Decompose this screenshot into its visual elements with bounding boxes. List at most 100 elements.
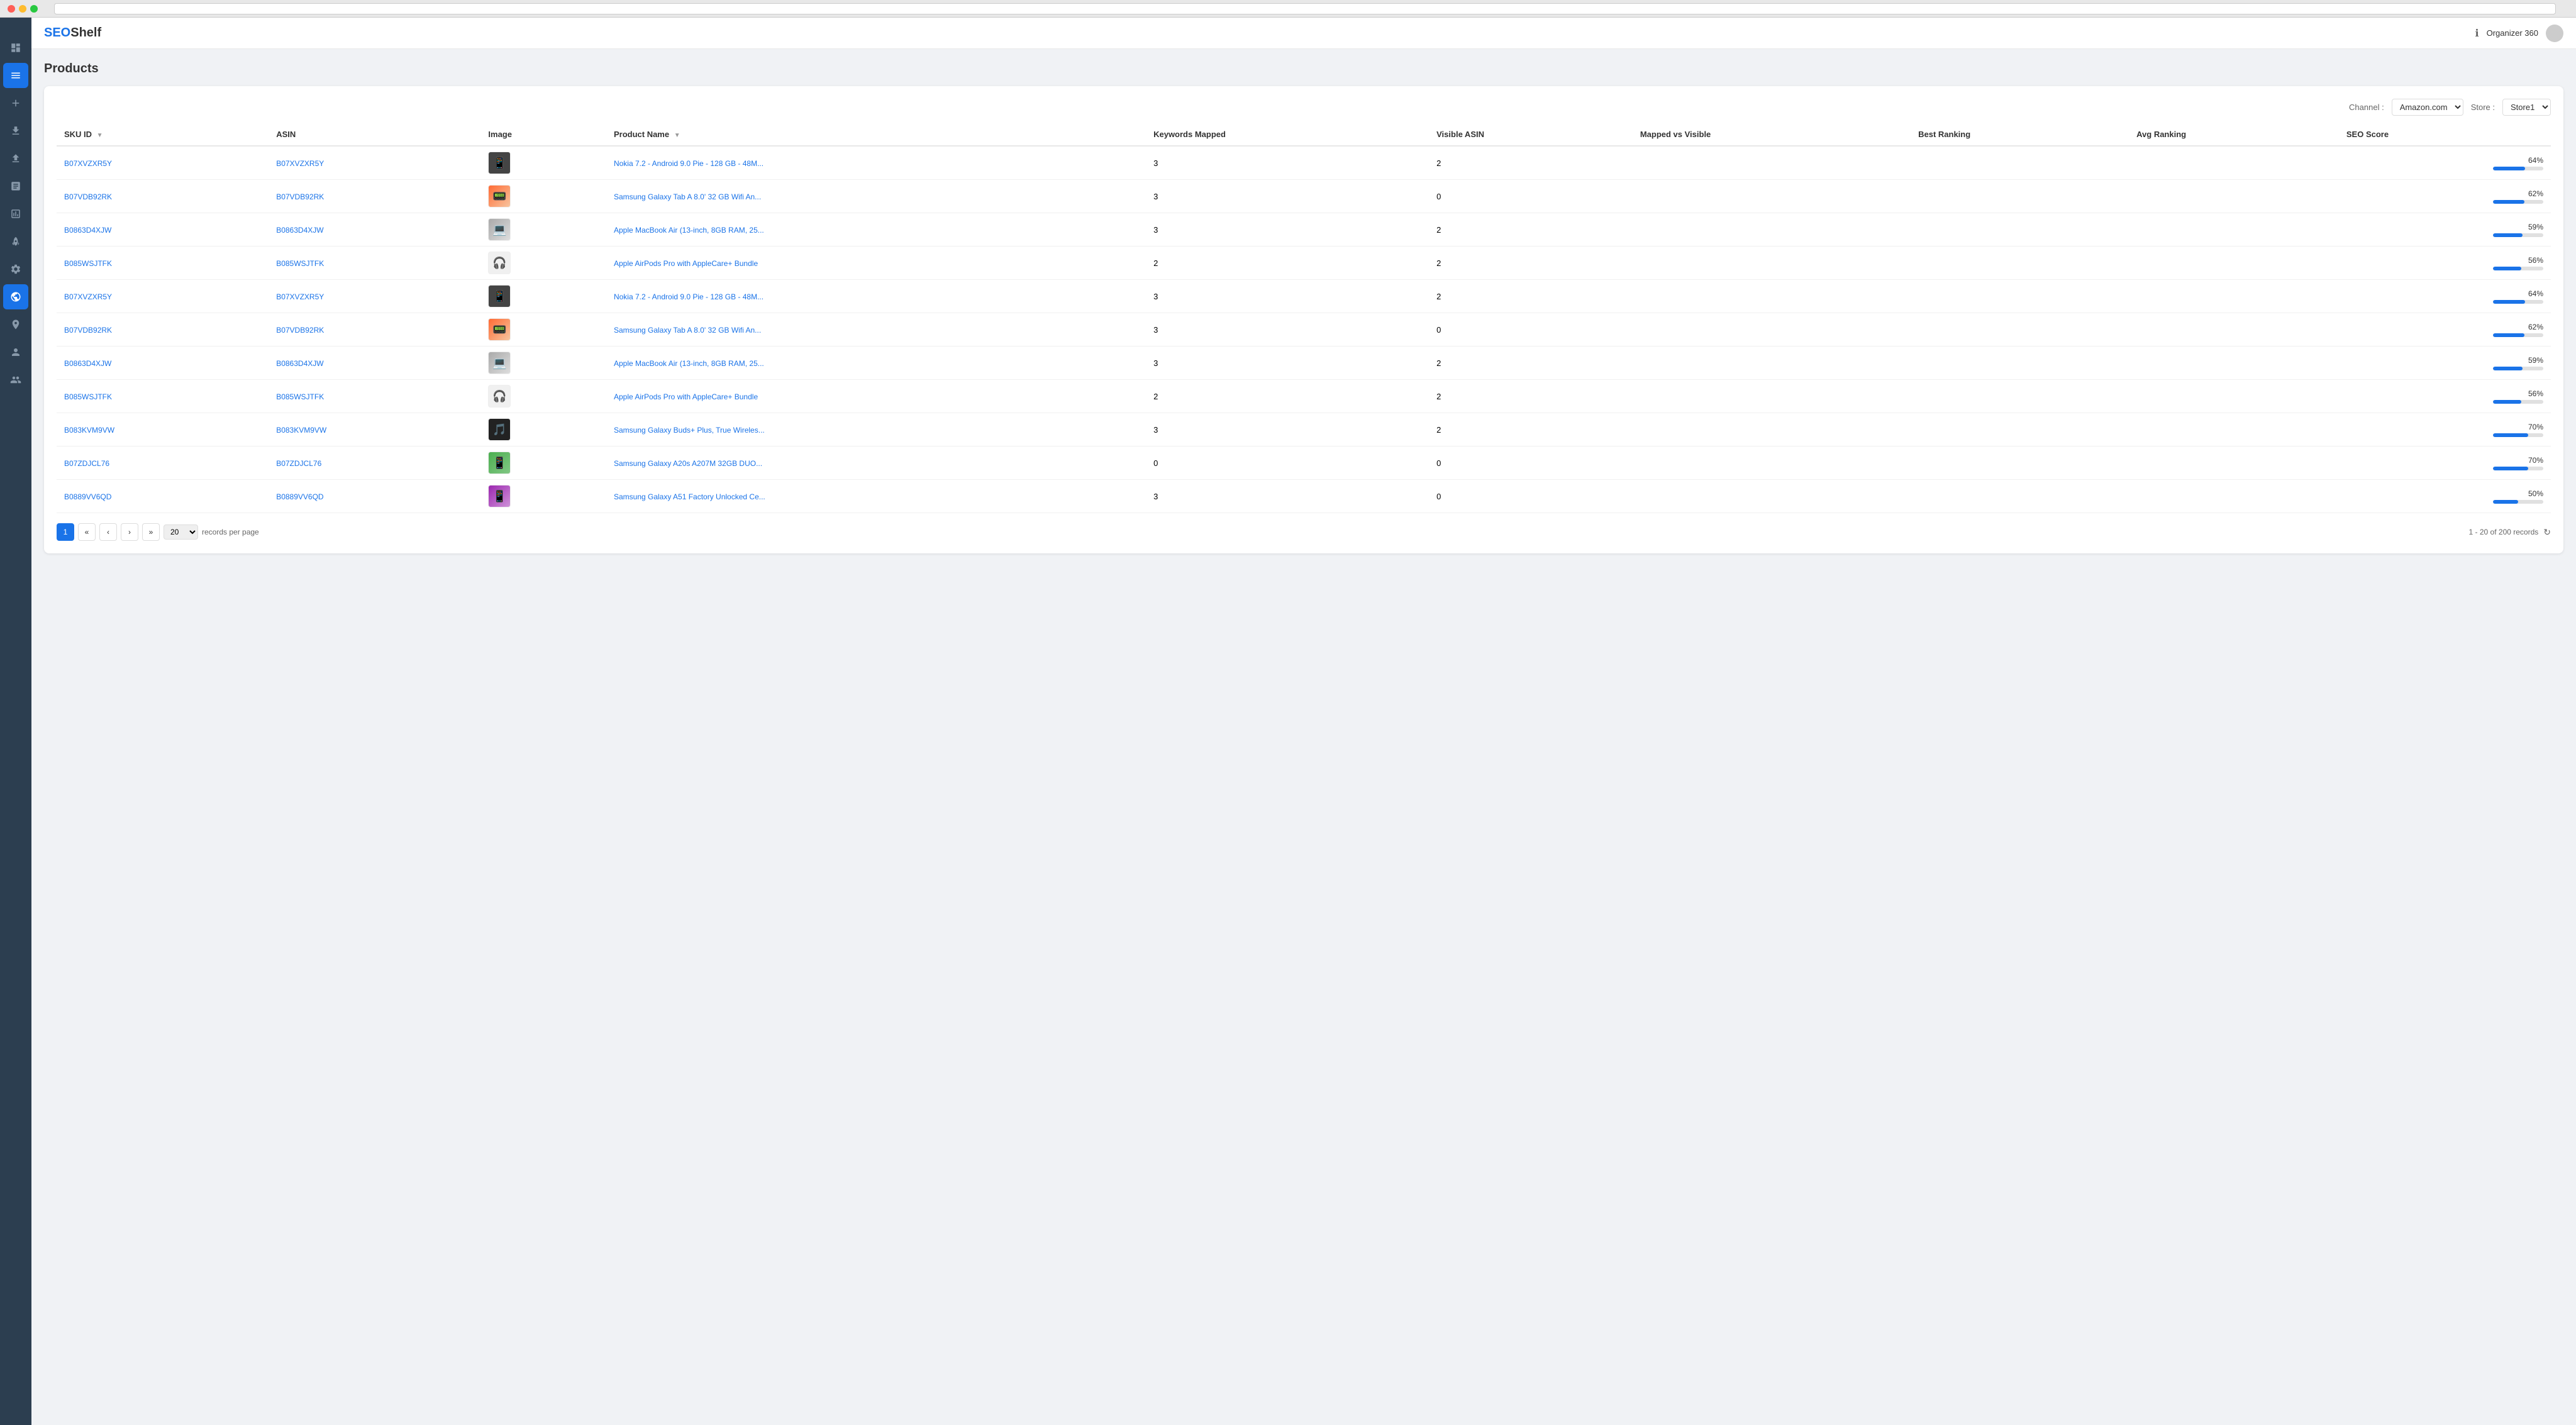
info-icon[interactable]: ℹ xyxy=(2475,27,2479,40)
cell-mapped-vs-visible xyxy=(1633,280,1911,313)
refresh-button[interactable]: ↻ xyxy=(2543,527,2551,538)
page-first-button[interactable]: « xyxy=(78,523,96,541)
progress-bar-bg xyxy=(2493,233,2543,237)
store-select[interactable]: Store1 xyxy=(2502,99,2551,116)
cell-asin: B085WSJTFK xyxy=(269,380,480,413)
sidebar-item-products[interactable] xyxy=(3,63,28,88)
product-name-text[interactable]: Apple AirPods Pro with AppleCare+ Bundle xyxy=(614,259,758,268)
cell-visible-asin: 2 xyxy=(1429,347,1633,380)
progress-bar-fill xyxy=(2493,500,2518,504)
progress-bar-fill xyxy=(2493,333,2524,337)
product-name-text[interactable]: Apple MacBook Air (13-inch, 8GB RAM, 25.… xyxy=(614,359,764,368)
asin-link[interactable]: B083KVM9VW xyxy=(276,426,326,435)
progress-bar-bg xyxy=(2493,167,2543,170)
page-last-button[interactable]: » xyxy=(142,523,160,541)
asin-link[interactable]: B07VDB92RK xyxy=(276,192,324,201)
cell-visible-asin: 2 xyxy=(1429,280,1633,313)
product-name-text[interactable]: Samsung Galaxy Tab A 8.0' 32 GB Wifi An.… xyxy=(614,326,761,335)
page-next-button[interactable]: › xyxy=(121,523,138,541)
cell-seo-score: 64% xyxy=(2339,280,2551,313)
maximize-button[interactable] xyxy=(30,5,38,13)
sidebar-item-download[interactable] xyxy=(3,118,28,143)
per-page-select[interactable]: 20 10 50 100 xyxy=(164,524,198,540)
product-image: 🎧 xyxy=(488,252,511,274)
cell-visible-asin: 2 xyxy=(1429,213,1633,247)
cell-product-name: Samsung Galaxy Tab A 8.0' 32 GB Wifi An.… xyxy=(606,313,1146,347)
asin-link[interactable]: B07VDB92RK xyxy=(276,326,324,335)
cell-mapped-vs-visible xyxy=(1633,347,1911,380)
product-name-text[interactable]: Apple AirPods Pro with AppleCare+ Bundle xyxy=(614,392,758,401)
sku-link[interactable]: B07VDB92RK xyxy=(64,192,112,201)
cell-best-ranking xyxy=(1911,313,2129,347)
product-name-text[interactable]: Apple MacBook Air (13-inch, 8GB RAM, 25.… xyxy=(614,226,764,235)
sku-link[interactable]: B07ZDJCL76 xyxy=(64,459,109,468)
sidebar-item-rocket[interactable] xyxy=(3,229,28,254)
cell-keywords-mapped: 3 xyxy=(1146,347,1429,380)
cell-keywords-mapped: 2 xyxy=(1146,247,1429,280)
asin-link[interactable]: B0863D4XJW xyxy=(276,226,323,235)
card-toolbar: Channel : Amazon.com Store : Store1 xyxy=(57,99,2551,116)
sidebar-item-team[interactable] xyxy=(3,367,28,392)
product-name-text[interactable]: Samsung Galaxy Tab A 8.0' 32 GB Wifi An.… xyxy=(614,192,761,201)
sku-link[interactable]: B07XVZXR5Y xyxy=(64,159,112,168)
cell-best-ranking xyxy=(1911,480,2129,513)
product-image: 🎧 xyxy=(488,385,511,408)
cell-mapped-vs-visible xyxy=(1633,380,1911,413)
asin-link[interactable]: B0889VV6QD xyxy=(276,492,323,501)
product-name-text[interactable]: Samsung Galaxy Buds+ Plus, True Wireles.… xyxy=(614,426,765,435)
asin-link[interactable]: B07XVZXR5Y xyxy=(276,292,324,301)
page-prev-button[interactable]: ‹ xyxy=(99,523,117,541)
pagination-bar: 1 « ‹ › » 20 10 50 100 records per page … xyxy=(57,523,2551,541)
sku-link[interactable]: B083KVM9VW xyxy=(64,426,114,435)
sku-link[interactable]: B0889VV6QD xyxy=(64,492,111,501)
records-info: 1 - 20 of 200 records xyxy=(2469,528,2539,536)
sku-link[interactable]: B0863D4XJW xyxy=(64,359,111,368)
asin-link[interactable]: B07XVZXR5Y xyxy=(276,159,324,168)
asin-link[interactable]: B085WSJTFK xyxy=(276,392,324,401)
sidebar-item-analytics[interactable] xyxy=(3,174,28,199)
sidebar-item-globe[interactable] xyxy=(3,284,28,309)
username-label: Organizer 360 xyxy=(2487,28,2538,38)
product-name-text[interactable]: Samsung Galaxy A20s A207M 32GB DUO... xyxy=(614,459,762,468)
sku-link[interactable]: B07VDB92RK xyxy=(64,326,112,335)
sku-link[interactable]: B07XVZXR5Y xyxy=(64,292,112,301)
sku-link[interactable]: B0863D4XJW xyxy=(64,226,111,235)
col-asin: ASIN xyxy=(269,123,480,146)
progress-bar-fill xyxy=(2493,400,2521,404)
sidebar-item-reports[interactable] xyxy=(3,201,28,226)
product-name-text[interactable]: Nokia 7.2 - Android 9.0 Pie - 128 GB - 4… xyxy=(614,292,763,301)
cell-image: 📱 xyxy=(480,446,606,480)
sidebar-item-user[interactable] xyxy=(3,340,28,365)
cell-keywords-mapped: 3 xyxy=(1146,213,1429,247)
cell-keywords-mapped: 3 xyxy=(1146,280,1429,313)
sidebar-item-location[interactable] xyxy=(3,312,28,337)
progress-bar-fill xyxy=(2493,233,2523,237)
sku-link[interactable]: B085WSJTFK xyxy=(64,259,112,268)
seo-score-cell: 64% xyxy=(2346,289,2543,304)
product-name-text[interactable]: Nokia 7.2 - Android 9.0 Pie - 128 GB - 4… xyxy=(614,159,763,168)
sidebar-item-dashboard[interactable] xyxy=(3,35,28,60)
page-1-button[interactable]: 1 xyxy=(57,523,74,541)
cell-product-name: Apple AirPods Pro with AppleCare+ Bundle xyxy=(606,380,1146,413)
main-content: SEO Shelf ℹ Organizer 360 Products Chann… xyxy=(31,18,2576,1425)
asin-link[interactable]: B085WSJTFK xyxy=(276,259,324,268)
close-button[interactable] xyxy=(8,5,15,13)
sidebar-item-add[interactable] xyxy=(3,91,28,116)
sku-link[interactable]: B085WSJTFK xyxy=(64,392,112,401)
sidebar-item-settings[interactable] xyxy=(3,257,28,282)
cell-sku-id: B083KVM9VW xyxy=(57,413,269,446)
cell-sku-id: B085WSJTFK xyxy=(57,247,269,280)
channel-select[interactable]: Amazon.com xyxy=(2392,99,2463,116)
cell-mapped-vs-visible xyxy=(1633,180,1911,213)
minimize-button[interactable] xyxy=(19,5,26,13)
cell-avg-ranking xyxy=(2129,213,2339,247)
asin-link[interactable]: B07ZDJCL76 xyxy=(276,459,321,468)
url-bar[interactable] xyxy=(54,3,2556,14)
asin-link[interactable]: B0863D4XJW xyxy=(276,359,323,368)
table-row: B0863D4XJW B0863D4XJW 💻 Apple MacBook Ai… xyxy=(57,213,2551,247)
sidebar-item-upload[interactable] xyxy=(3,146,28,171)
cell-asin: B07XVZXR5Y xyxy=(269,280,480,313)
product-name-text[interactable]: Samsung Galaxy A51 Factory Unlocked Ce..… xyxy=(614,492,765,501)
cell-best-ranking xyxy=(1911,146,2129,180)
top-header: SEO Shelf ℹ Organizer 360 xyxy=(31,18,2576,49)
